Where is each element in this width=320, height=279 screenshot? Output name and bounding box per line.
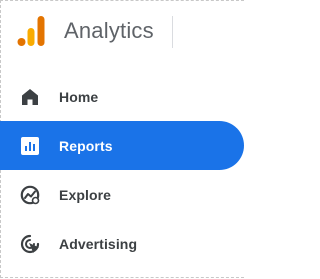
home-icon [19, 86, 41, 108]
reports-icon [19, 135, 41, 157]
nav-item-home[interactable]: Home [0, 72, 245, 121]
sidebar-nav: Home Reports Explore Advertising [0, 72, 245, 268]
nav-item-label: Explore [59, 186, 112, 203]
header-divider [172, 16, 173, 48]
nav-item-reports[interactable]: Reports [0, 121, 244, 170]
nav-item-label: Home [59, 88, 99, 105]
advertising-icon [19, 233, 41, 255]
explore-icon [19, 184, 41, 206]
nav-item-label: Reports [59, 137, 113, 154]
app-header: Analytics [0, 0, 245, 64]
nav-item-advertising[interactable]: Advertising [0, 219, 245, 268]
nav-item-label: Advertising [59, 235, 138, 252]
nav-item-explore[interactable]: Explore [0, 170, 245, 219]
app-title: Analytics [64, 18, 154, 43]
analytics-logo-icon[interactable] [17, 15, 45, 47]
